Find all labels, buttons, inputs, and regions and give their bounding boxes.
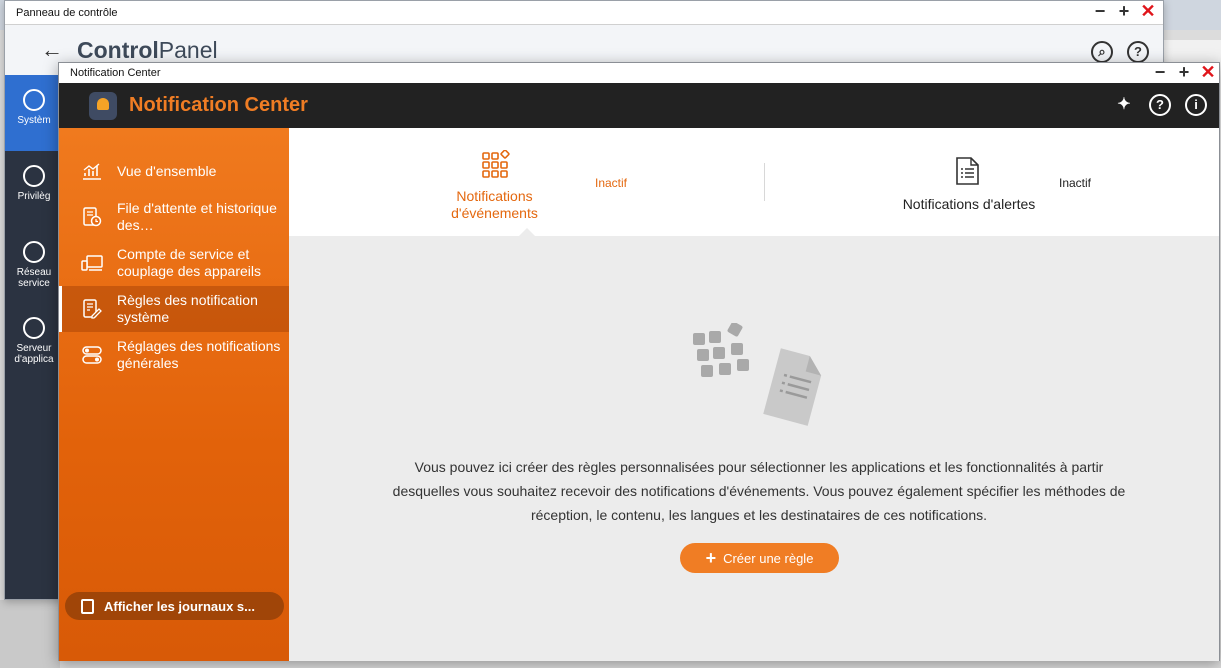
info-icon[interactable]: i (1185, 94, 1207, 116)
desktop-bottom-widget (0, 600, 60, 668)
notification-type-tabs: Notifications d'événements Inactif Notif… (289, 128, 1219, 236)
nav-label: Règles des notification système (117, 292, 258, 325)
nc-sidebar: Vue d'ensemble File d'attente et histori… (59, 128, 289, 661)
close-button[interactable]: ✕ (1199, 63, 1217, 82)
help-icon[interactable]: ? (1149, 94, 1171, 116)
tab-event-label: Notifications d'événements (451, 188, 538, 221)
control-panel-titlebar: Panneau de contrôle (5, 1, 1163, 25)
minimize-button[interactable]: − (1151, 63, 1169, 82)
notification-center-titlebar: Notification Center (59, 63, 1219, 83)
app-name: Notification Center (129, 94, 308, 116)
cp-sidebar-label: Serveur d'applica (14, 343, 54, 365)
cp-sidebar-item-system[interactable]: Systèm (5, 75, 63, 151)
plus-icon: + (705, 548, 717, 568)
tab-event-status: Inactif (595, 176, 628, 190)
empty-state-description: Vous pouvez ici créer des règles personn… (392, 459, 1126, 523)
nc-header-tools: ✦ ? i (1113, 94, 1207, 116)
grid-icon (23, 317, 45, 339)
control-panel-header-icons: ⌕ ? (1091, 41, 1149, 63)
brand-bold: Control (77, 36, 159, 63)
magic-wand-icon[interactable]: ✦ (1113, 94, 1135, 116)
nc-window-controls: − + ✕ (1151, 63, 1217, 82)
gear-icon (23, 89, 45, 111)
cp-sidebar-label: Systèm (17, 115, 51, 126)
create-rule-button[interactable]: + Créer une règle (680, 543, 839, 573)
nc-main-content: Notifications d'événements Inactif Notif… (289, 128, 1219, 661)
cp-sidebar-item-app-server[interactable]: Serveur d'applica (5, 303, 63, 379)
empty-state-illustration-icon (693, 323, 822, 426)
create-rule-label: Créer une règle (723, 550, 814, 566)
minimize-button[interactable]: − (1091, 2, 1109, 21)
cp-sidebar-item-network[interactable]: Réseau service (5, 227, 63, 303)
document-icon (956, 157, 979, 185)
show-logs-button[interactable]: Afficher les journaux s... (65, 592, 284, 620)
user-icon (23, 165, 45, 187)
close-button[interactable]: ✕ (1139, 2, 1157, 21)
nav-label: File d'attente et historique des… (117, 200, 277, 233)
notification-center-window: Notification Center − + ✕ Notification C… (58, 62, 1220, 661)
control-panel-sidebar: Systèm Privilèg Réseau service Serveur d… (5, 75, 63, 599)
maximize-button[interactable]: + (1115, 2, 1133, 21)
control-panel-window-title: Panneau de contrôle (16, 6, 118, 19)
nav-item-general-settings[interactable]: Réglages des notifications générales (59, 332, 289, 378)
tab-alert-status: Inactif (1059, 176, 1092, 190)
tab-alert-notifications[interactable]: Notifications d'alertes Inactif (849, 128, 1149, 236)
tab-divider (764, 163, 765, 201)
maximize-button[interactable]: + (1175, 63, 1193, 82)
nc-app-header: Notification Center ✦ ? i (59, 83, 1219, 128)
nav-item-service-account[interactable]: Compte de service et couplage des appare… (59, 240, 289, 286)
active-tab-caret (519, 228, 535, 236)
tab-event-notifications[interactable]: Notifications d'événements Inactif (409, 128, 709, 236)
nav-item-overview[interactable]: Vue d'ensemble (59, 148, 289, 194)
devices-icon (81, 253, 103, 273)
nav-item-system-rules[interactable]: Règles des notification système (59, 286, 289, 332)
notification-center-window-title: Notification Center (70, 67, 161, 79)
nav-label: Compte de service et couplage des appare… (117, 246, 261, 279)
nav-item-queue-history[interactable]: File d'attente et historique des… (59, 194, 289, 240)
toggles-icon (81, 345, 103, 365)
rules-edit-icon (81, 299, 103, 319)
event-grid-icon (482, 150, 510, 178)
clipboard-icon (81, 598, 94, 614)
control-panel-brand: ControlPanel (77, 37, 218, 64)
help-icon[interactable]: ? (1127, 41, 1149, 63)
brand-light: Panel (158, 36, 218, 63)
globe-icon (23, 241, 45, 263)
back-arrow-icon[interactable]: ← (41, 37, 63, 63)
cp-sidebar-label: Réseau service (16, 267, 52, 289)
search-icon[interactable]: ⌕ (1091, 41, 1113, 63)
notification-bell-logo-icon (89, 91, 117, 120)
queue-history-icon (81, 207, 103, 227)
tab-alert-label: Notifications d'alertes (902, 196, 1036, 212)
nav-label: Vue d'ensemble (117, 162, 217, 179)
cp-sidebar-label: Privilèg (17, 191, 51, 202)
nav-label: Réglages des notifications générales (117, 338, 281, 371)
control-panel-window-controls: − + ✕ (1091, 2, 1157, 21)
show-logs-label: Afficher les journaux s... (104, 598, 255, 614)
cp-sidebar-item-privileges[interactable]: Privilèg (5, 151, 63, 227)
chart-icon (81, 161, 103, 181)
